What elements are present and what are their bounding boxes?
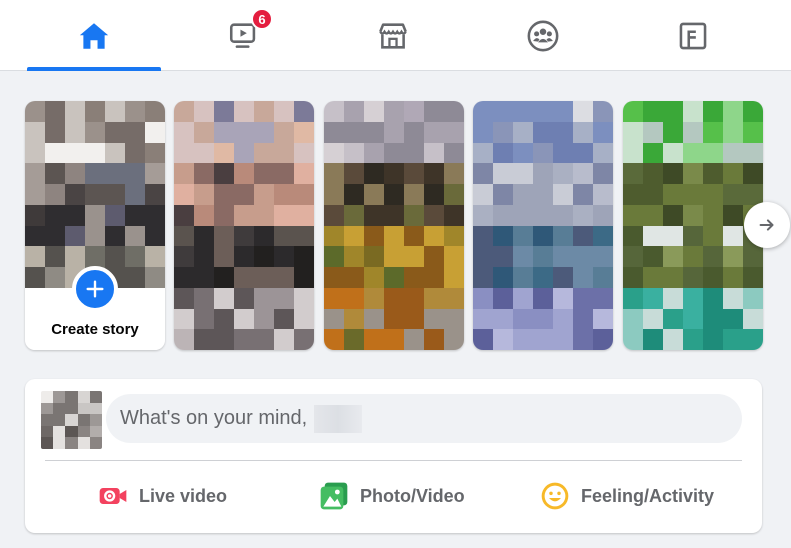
add-story-button[interactable]: [72, 266, 118, 312]
stories-next-button[interactable]: [744, 202, 790, 248]
tab-gaming[interactable]: [626, 0, 760, 71]
store-icon: [379, 22, 407, 49]
story-card[interactable]: [324, 101, 464, 350]
tab-home[interactable]: [27, 0, 161, 71]
composer-placeholder: What's on your mind,: [120, 407, 308, 429]
whats-on-your-mind-input[interactable]: What's on your mind,: [106, 394, 742, 443]
create-story-card[interactable]: Create story: [25, 101, 165, 350]
plus-icon: [86, 280, 104, 298]
create-story-label: Create story: [51, 321, 139, 338]
groups-icon: [527, 20, 559, 51]
photo-video-label: Photo/Video: [360, 485, 465, 506]
story-card[interactable]: [623, 101, 763, 350]
arrow-right-icon: [759, 219, 774, 231]
home-icon: [79, 22, 109, 49]
profile-photo: [25, 101, 165, 288]
story-thumbnail: [473, 101, 613, 350]
photo-video-button[interactable]: Photo/Video: [318, 477, 465, 515]
story-thumbnail: [623, 101, 763, 350]
live-video-button[interactable]: Live video: [97, 477, 227, 515]
redacted-user-name: [314, 404, 363, 433]
divider: [45, 460, 742, 461]
story-card[interactable]: [174, 101, 314, 350]
top-navigation: 6: [0, 0, 791, 71]
story-thumbnail: [324, 101, 464, 350]
notification-badge: 6: [251, 8, 273, 30]
gaming-icon: [679, 22, 707, 49]
post-composer: What's on your mind, Live video Photo/Vi…: [25, 379, 762, 533]
feeling-icon: [541, 482, 569, 510]
story-thumbnail: [174, 101, 314, 350]
tab-watch[interactable]: 6: [177, 0, 311, 71]
feeling-activity-label: Feeling/Activity: [581, 485, 715, 506]
avatar[interactable]: [41, 391, 102, 449]
photo-icon: [320, 482, 348, 510]
feeling-activity-button[interactable]: Feeling/Activity: [539, 477, 714, 515]
tab-groups[interactable]: [476, 0, 610, 71]
tab-marketplace[interactable]: [326, 0, 460, 71]
story-card[interactable]: [473, 101, 613, 350]
live-video-icon: [99, 488, 127, 504]
live-video-label: Live video: [139, 485, 228, 506]
